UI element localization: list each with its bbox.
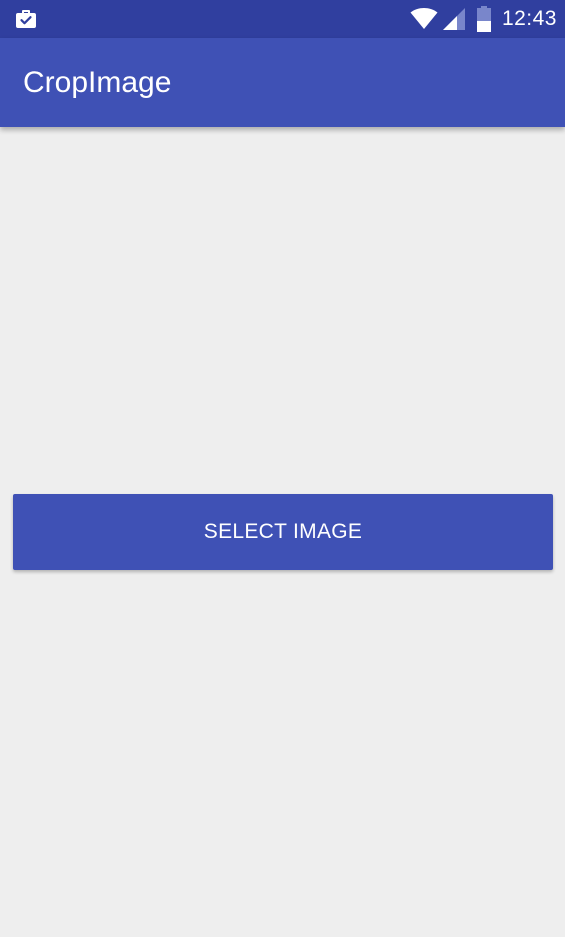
select-image-button[interactable]: SELECT IMAGE — [13, 494, 553, 570]
app-bar: CropImage — [0, 38, 565, 127]
cell-signal-icon — [442, 7, 476, 31]
wifi-icon — [410, 8, 442, 30]
status-clock: 12:43 — [501, 7, 557, 30]
battery-icon — [476, 6, 502, 32]
app-title: CropImage — [23, 66, 172, 99]
status-bar: 12:43 — [0, 0, 565, 38]
briefcase-check-icon — [14, 7, 38, 31]
status-icons: 12:43 — [410, 0, 557, 38]
